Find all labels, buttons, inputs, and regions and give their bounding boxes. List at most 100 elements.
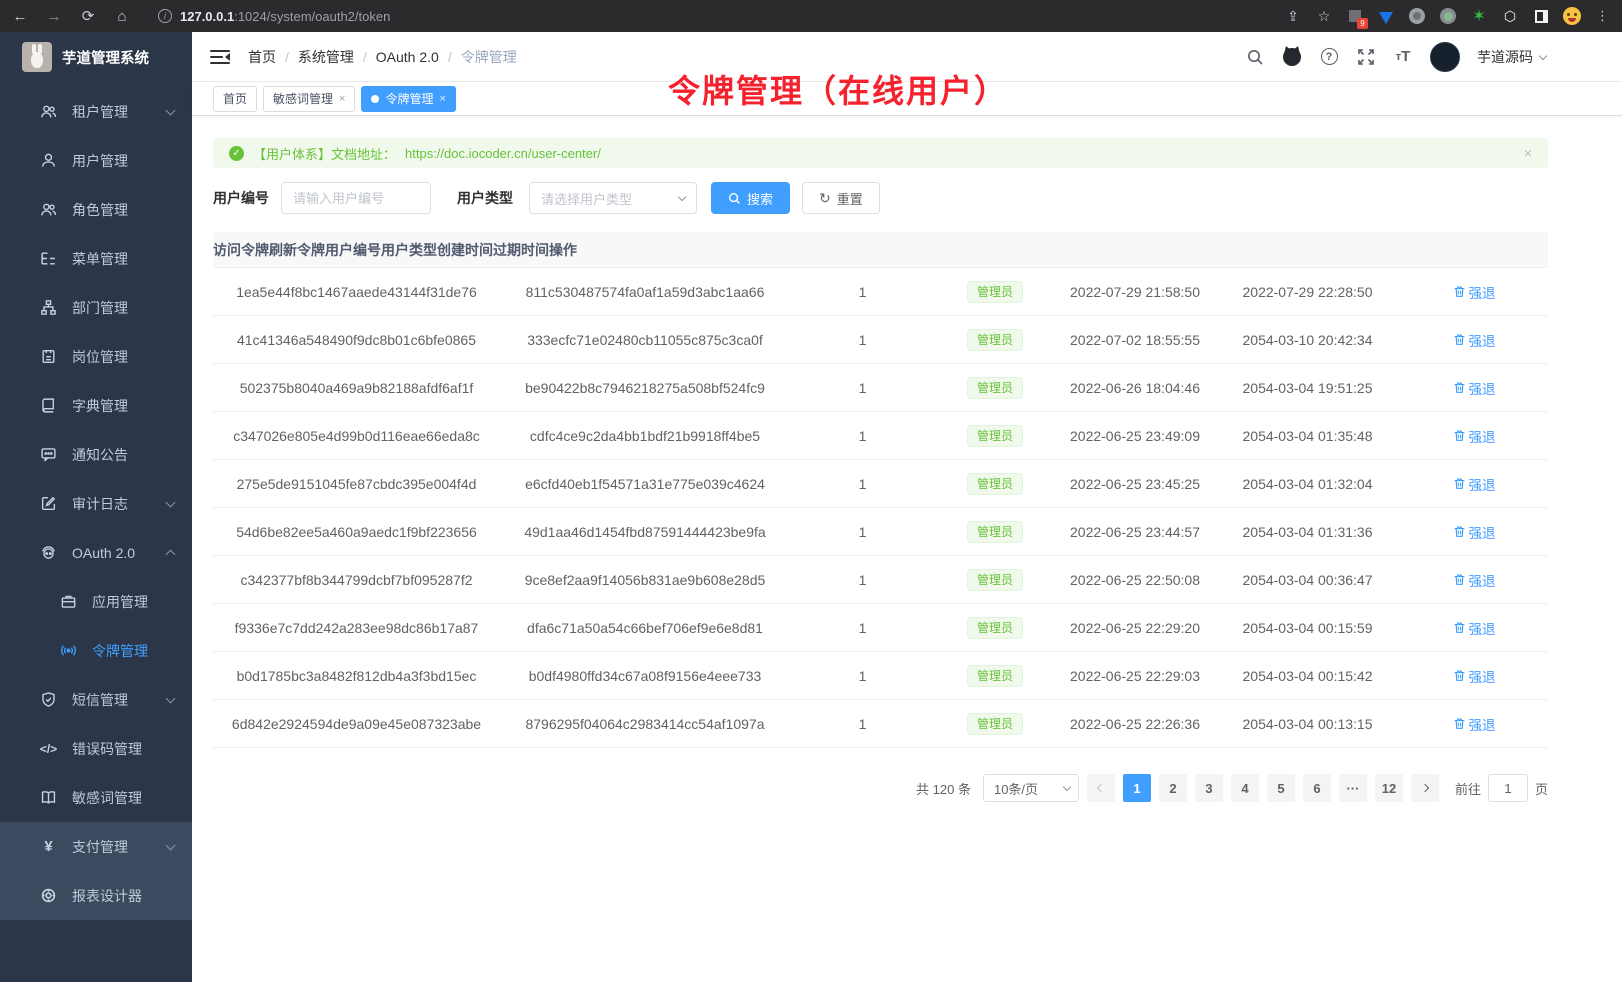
command-extension-icon[interactable]	[1408, 7, 1426, 25]
sidebar-item-tenants[interactable]: 租户管理	[0, 87, 192, 136]
oauth-icon	[40, 544, 57, 561]
browser-chrome: ← → ⟳ ⌂ i 127.0.0.1:1024/system/oauth2/t…	[0, 0, 1622, 32]
dept-icon	[40, 299, 57, 316]
goto-label: 前往	[1455, 779, 1481, 798]
page-button-2[interactable]: 2	[1159, 774, 1187, 802]
action-cell: 强退	[1400, 666, 1548, 686]
force-logout-button[interactable]: 强退	[1453, 618, 1496, 638]
filter-bar: 用户编号 用户类型 请选择用户类型 搜索 ↻ 重置	[213, 182, 1548, 214]
user-id-input[interactable]	[281, 182, 431, 214]
table-body: 1ea5e44f8bc1467aaede43144f31de76 811c530…	[213, 268, 1548, 748]
expires-cell: 2054-03-04 01:32:04	[1215, 476, 1400, 492]
search-icon[interactable]	[1245, 47, 1265, 67]
sidebar-item-oauth[interactable]: OAuth 2.0	[0, 528, 192, 577]
close-icon[interactable]: ×	[439, 93, 445, 105]
sidebar-item-menus[interactable]: 菜单管理	[0, 234, 192, 283]
next-page-button[interactable]	[1411, 774, 1439, 802]
back-icon[interactable]: ←	[10, 8, 30, 25]
force-logout-button[interactable]: 强退	[1453, 522, 1496, 542]
app-icon	[60, 593, 77, 610]
extensions-puzzle-icon[interactable]: ⬡	[1501, 7, 1519, 25]
token-table: 访问令牌刷新令牌用户编号用户类型创建时间过期时间操作 1ea5e44f8bc14…	[213, 232, 1548, 748]
force-logout-button[interactable]: 强退	[1453, 570, 1496, 590]
reload-icon[interactable]: ⟳	[78, 7, 98, 25]
expires-cell: 2054-03-04 00:15:59	[1215, 620, 1400, 636]
trash-icon	[1453, 669, 1466, 682]
sidebar-item-notice[interactable]: 通知公告	[0, 430, 192, 479]
sidebar-collapse-icon[interactable]	[210, 49, 230, 65]
goto-page-input[interactable]	[1488, 774, 1528, 802]
forward-icon[interactable]: →	[44, 8, 64, 25]
tab-home[interactable]: 首页	[213, 86, 257, 112]
force-logout-button[interactable]: 强退	[1453, 378, 1496, 398]
close-icon[interactable]: ×	[339, 93, 345, 105]
sidebar-item-sensitive[interactable]: 敏感词管理	[0, 773, 192, 822]
sidebar-item-errcode[interactable]: </> 错误码管理	[0, 724, 192, 773]
sidebar-item-report[interactable]: 报表设计器	[0, 871, 192, 920]
site-info-icon[interactable]: i	[158, 9, 172, 23]
force-logout-button[interactable]: 强退	[1453, 330, 1496, 350]
sidebar-item-oauth-apps[interactable]: 应用管理	[0, 577, 192, 626]
browser-menu-icon[interactable]: ⋮	[1594, 7, 1612, 25]
alert-close-icon[interactable]: ×	[1524, 145, 1532, 161]
sidebar-item-pay[interactable]: ¥ 支付管理	[0, 822, 192, 871]
sidebar-item-audit[interactable]: 审计日志	[0, 479, 192, 528]
github-icon[interactable]	[1282, 47, 1302, 67]
profile-avatar[interactable]	[1563, 7, 1581, 25]
sidebar-item-dict[interactable]: 字典管理	[0, 381, 192, 430]
user-type-badge: 管理员	[967, 281, 1023, 303]
breadcrumb-oauth[interactable]: OAuth 2.0	[376, 49, 439, 65]
share-icon[interactable]: ⇪	[1284, 7, 1302, 25]
page-button-6[interactable]: 6	[1303, 774, 1331, 802]
bookmark-star-icon[interactable]: ☆	[1315, 7, 1333, 25]
address-bar[interactable]: i 127.0.0.1:1024/system/oauth2/token	[146, 9, 1270, 24]
user-type-select[interactable]: 请选择用户类型	[529, 182, 697, 214]
search-button[interactable]: 搜索	[711, 182, 790, 214]
force-logout-button[interactable]: 强退	[1453, 426, 1496, 446]
fullscreen-icon[interactable]	[1356, 47, 1376, 67]
record-extension-icon[interactable]	[1439, 7, 1457, 25]
page-button-12[interactable]: 12	[1375, 774, 1403, 802]
font-size-icon[interactable]: тT	[1393, 47, 1413, 67]
force-logout-button[interactable]: 强退	[1453, 282, 1496, 302]
force-logout-button[interactable]: 强退	[1453, 474, 1496, 494]
prev-page-button[interactable]	[1087, 774, 1115, 802]
reset-button[interactable]: ↻ 重置	[802, 182, 880, 214]
column-header: 创建时间	[437, 240, 493, 260]
breadcrumb-home[interactable]: 首页	[248, 47, 276, 67]
action-cell: 强退	[1400, 282, 1548, 302]
page-button-4[interactable]: 4	[1231, 774, 1259, 802]
page-content: ✓ 【用户体系】文档地址： https://doc.iocoder.cn/use…	[192, 116, 1622, 982]
help-icon[interactable]: ?	[1319, 47, 1339, 67]
extension-badge: 9	[1357, 18, 1368, 29]
access-token-cell: 41c41346a548490f9dc8b01c6bfe0865	[213, 332, 500, 348]
alert-doc-link[interactable]: https://doc.iocoder.cn/user-center/	[405, 146, 601, 161]
sidebar-item-roles[interactable]: 角色管理	[0, 185, 192, 234]
breadcrumb-system[interactable]: 系统管理	[298, 47, 354, 67]
user-menu[interactable]: 芋道源码	[1477, 47, 1546, 67]
table-row: 1ea5e44f8bc1467aaede43144f31de76 811c530…	[213, 268, 1548, 316]
page-button-5[interactable]: 5	[1267, 774, 1295, 802]
created-cell: 2022-06-25 23:45:25	[1055, 476, 1215, 492]
page-button-3[interactable]: 3	[1195, 774, 1223, 802]
user-avatar[interactable]	[1430, 42, 1460, 72]
sidebar-item-oauth-tokens[interactable]: 令牌管理	[0, 626, 192, 675]
chevron-down-icon	[166, 840, 176, 850]
page-size-select[interactable]: 10条/页	[983, 774, 1079, 802]
sidebar-item-sms[interactable]: 短信管理	[0, 675, 192, 724]
extension-grid-icon[interactable]: 9	[1346, 7, 1364, 25]
page-button-1[interactable]: 1	[1123, 774, 1151, 802]
tab-sensitive[interactable]: 敏感词管理×	[263, 86, 355, 112]
errcode-icon: </>	[40, 740, 57, 757]
sidebar-toggle-icon[interactable]	[1532, 7, 1550, 25]
force-logout-button[interactable]: 强退	[1453, 666, 1496, 686]
page-ellipsis[interactable]: ···	[1339, 774, 1367, 802]
force-logout-button[interactable]: 强退	[1453, 714, 1496, 734]
tab-token[interactable]: 令牌管理×	[361, 86, 455, 112]
sidebar-item-users[interactable]: 用户管理	[0, 136, 192, 185]
gem-extension-icon[interactable]	[1377, 7, 1395, 25]
sidebar-item-depts[interactable]: 部门管理	[0, 283, 192, 332]
sidebar-item-posts[interactable]: 岗位管理	[0, 332, 192, 381]
star-extension-icon[interactable]: ✶	[1470, 7, 1488, 25]
home-icon[interactable]: ⌂	[112, 8, 132, 25]
